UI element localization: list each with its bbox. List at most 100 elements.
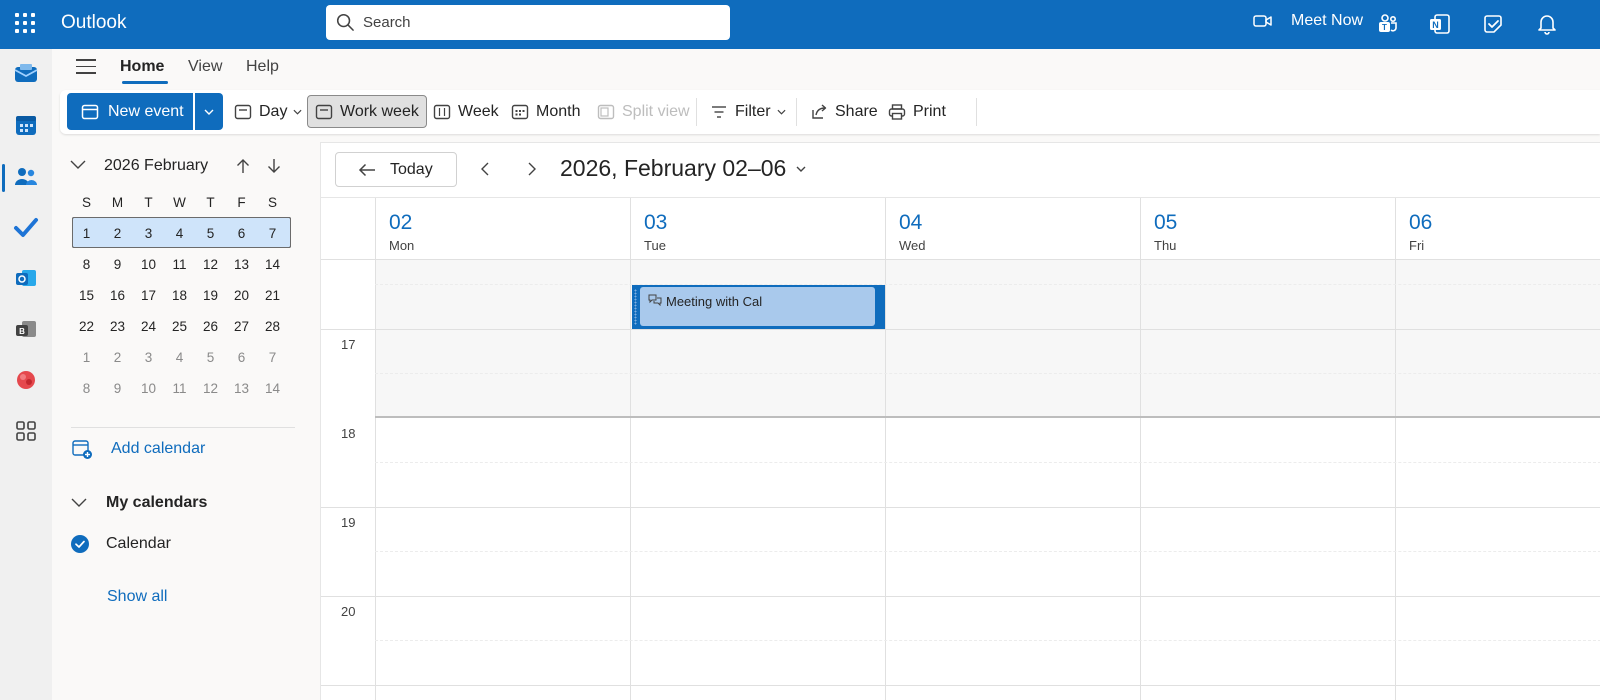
more-apps-icon[interactable] <box>13 418 39 444</box>
previous-month-arrow-icon[interactable] <box>234 157 252 175</box>
my-calendars-group[interactable]: My calendars <box>71 492 207 514</box>
show-all-link[interactable]: Show all <box>107 588 167 606</box>
day-header-mon[interactable]: 02 Mon <box>375 198 630 258</box>
day-number: 06 <box>1409 211 1433 234</box>
mini-month-day[interactable]: 5 <box>195 342 226 373</box>
event-drag-handle[interactable] <box>634 289 637 325</box>
mini-month-day[interactable]: 24 <box>133 311 164 342</box>
ribbon-toolbar: New event Day Work week Week Month Split… <box>60 90 1600 134</box>
mini-month-day[interactable]: 22 <box>71 311 102 342</box>
next-week-chevron-icon[interactable] <box>523 161 539 177</box>
mini-month-day[interactable]: 28 <box>257 311 288 342</box>
bookings-icon[interactable]: B <box>13 316 39 342</box>
filter-button[interactable]: Filter <box>703 95 793 128</box>
mini-month-day[interactable]: 9 <box>102 249 133 280</box>
next-month-arrow-icon[interactable] <box>265 157 283 175</box>
mini-month-day[interactable]: 4 <box>164 218 195 249</box>
mini-month-day[interactable]: 2 <box>102 218 133 249</box>
mini-month-title[interactable]: 2026 February <box>104 157 208 175</box>
mini-month-day[interactable]: 27 <box>226 311 257 342</box>
calendar-app-icon[interactable] <box>13 112 39 138</box>
mini-month-day[interactable]: 14 <box>257 249 288 280</box>
mini-month-day[interactable]: 8 <box>71 373 102 404</box>
mini-month-day[interactable]: 18 <box>164 280 195 311</box>
mini-month-day[interactable]: 25 <box>164 311 195 342</box>
mini-month-day[interactable]: 3 <box>133 218 164 249</box>
mini-month-day[interactable]: 19 <box>195 280 226 311</box>
search-input[interactable] <box>363 14 723 31</box>
tab-help[interactable]: Help <box>246 58 279 76</box>
app-launcher-icon[interactable] <box>14 12 36 34</box>
split-view-icon <box>597 104 615 119</box>
mini-month-day[interactable]: 20 <box>226 280 257 311</box>
viva-icon[interactable] <box>13 367 39 393</box>
hamburger-menu-icon[interactable] <box>76 59 96 75</box>
mini-month-day[interactable]: 12 <box>195 249 226 280</box>
mini-month-day[interactable]: 26 <box>195 311 226 342</box>
previous-week-chevron-icon[interactable] <box>478 161 494 177</box>
new-event-button[interactable]: New event <box>67 93 193 130</box>
split-view-label: Split view <box>622 102 690 120</box>
week-view-button[interactable]: Week <box>426 95 506 128</box>
mini-month-day[interactable]: 8 <box>71 249 102 280</box>
day-number: 03 <box>644 211 668 234</box>
mini-month-day[interactable]: 6 <box>226 342 257 373</box>
day-header-thu[interactable]: 05 Thu <box>1140 198 1395 258</box>
mini-month-day[interactable]: 15 <box>71 280 102 311</box>
date-range-picker[interactable]: 2026, February 02–06 <box>560 155 806 182</box>
mini-month-day[interactable]: 12 <box>195 373 226 404</box>
teams-icon[interactable]: T <box>1376 12 1400 36</box>
calendar-event[interactable]: Meeting with Cal <box>632 285 885 329</box>
today-button[interactable]: Today <box>335 152 457 187</box>
mini-month-day[interactable]: 16 <box>102 280 133 311</box>
mini-month-day[interactable]: 10 <box>133 373 164 404</box>
mini-month-week-row: 1 2 3 4 5 6 7 <box>71 218 291 249</box>
mini-month-day[interactable]: 13 <box>226 249 257 280</box>
search-box[interactable] <box>326 5 730 40</box>
tab-home[interactable]: Home <box>120 58 164 76</box>
mini-month-day[interactable]: 11 <box>164 373 195 404</box>
mini-month-day[interactable]: 13 <box>226 373 257 404</box>
work-week-view-button[interactable]: Work week <box>307 95 427 128</box>
mini-month-day[interactable]: 9 <box>102 373 133 404</box>
mini-month-day[interactable]: 4 <box>164 342 195 373</box>
calendar-list-item[interactable]: Calendar <box>71 533 171 555</box>
mini-month-day[interactable]: 21 <box>257 280 288 311</box>
mini-month-day[interactable]: 14 <box>257 373 288 404</box>
day-view-button[interactable]: Day <box>227 95 309 128</box>
add-calendar-link[interactable]: Add calendar <box>71 437 205 461</box>
mini-month-day[interactable]: 11 <box>164 249 195 280</box>
todo-icon[interactable] <box>1481 12 1505 36</box>
mini-month-day[interactable]: 6 <box>226 218 257 249</box>
collapse-chevron-icon[interactable] <box>70 160 86 170</box>
mini-month-day[interactable]: 5 <box>195 218 226 249</box>
mini-month-day[interactable]: 1 <box>71 342 102 373</box>
day-header-wed[interactable]: 04 Wed <box>885 198 1140 258</box>
mini-month-day[interactable]: 3 <box>133 342 164 373</box>
mini-month-day[interactable]: 17 <box>133 280 164 311</box>
mini-month-day[interactable]: 23 <box>102 311 133 342</box>
mini-month-day[interactable]: 1 <box>71 218 102 249</box>
bell-icon[interactable] <box>1535 12 1559 36</box>
app-title[interactable]: Outlook <box>61 12 126 34</box>
share-button[interactable]: Share <box>803 95 885 128</box>
mini-month-day[interactable]: 10 <box>133 249 164 280</box>
video-camera-icon <box>1253 15 1272 27</box>
outlook-app-icon[interactable] <box>13 265 39 291</box>
people-icon[interactable] <box>13 163 39 189</box>
month-view-button[interactable]: Month <box>504 95 587 128</box>
day-header-tue[interactable]: 03 Tue <box>630 198 885 258</box>
day-header-fri[interactable]: 06 Fri <box>1395 198 1600 258</box>
meet-now-button[interactable]: Meet Now <box>1253 12 1363 30</box>
mini-month-day[interactable]: 7 <box>257 218 288 249</box>
weekday-label: T <box>206 194 215 210</box>
new-event-dropdown-button[interactable] <box>195 93 223 130</box>
mini-month-day[interactable]: 2 <box>102 342 133 373</box>
tab-view[interactable]: View <box>188 58 222 76</box>
mini-month-day[interactable]: 7 <box>257 342 288 373</box>
todo-app-icon[interactable] <box>13 214 39 240</box>
mini-month-week-row: 15 16 17 18 19 20 21 <box>71 280 291 311</box>
onenote-icon[interactable]: N <box>1428 12 1452 36</box>
print-button[interactable]: Print <box>881 95 953 128</box>
mail-icon[interactable] <box>13 61 39 87</box>
